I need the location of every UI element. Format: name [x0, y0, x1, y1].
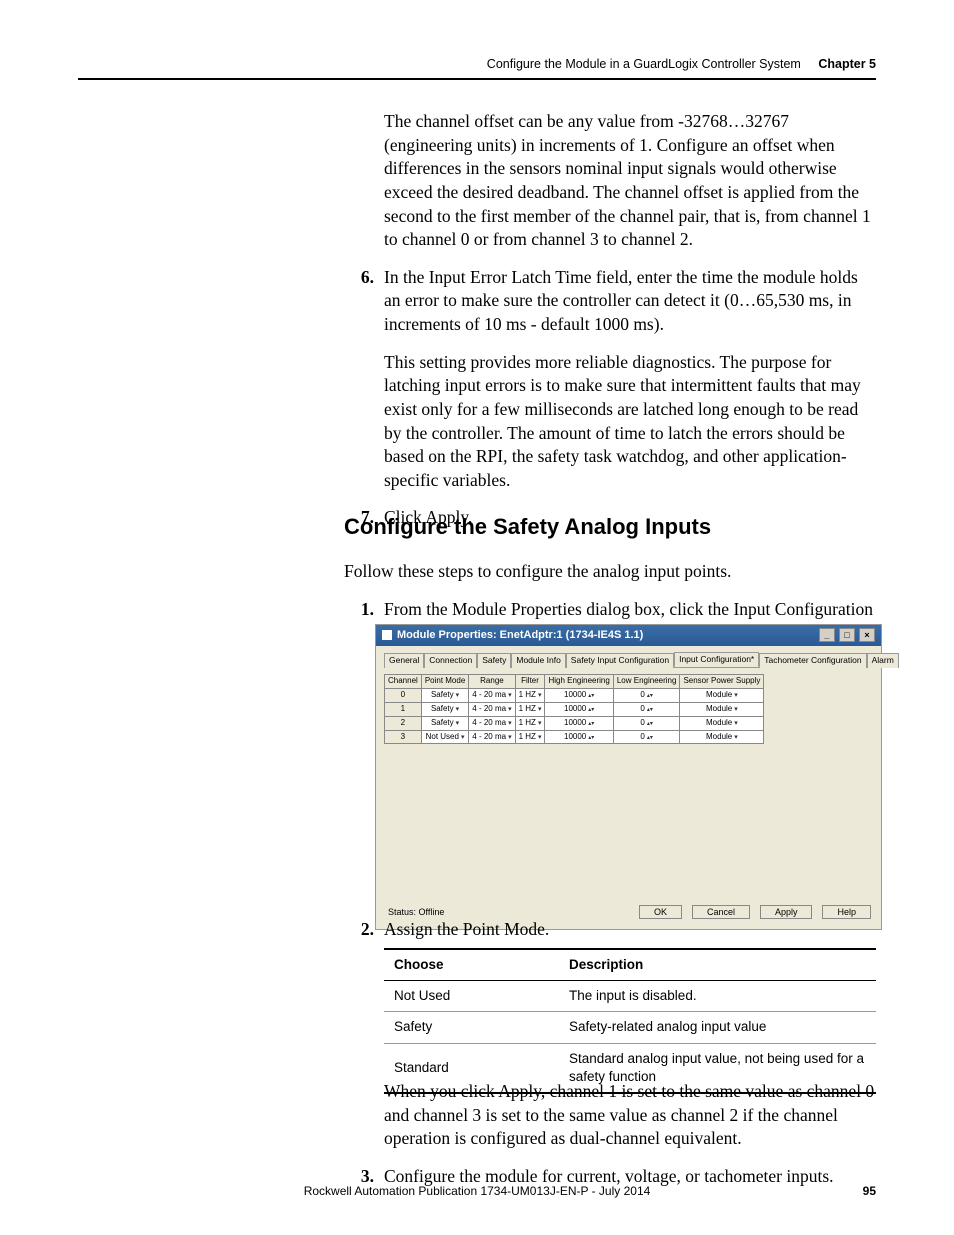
cell-filter[interactable]: 1 HZ	[515, 716, 545, 730]
tab-connection[interactable]: Connection	[424, 653, 477, 668]
step-number: 6.	[344, 266, 374, 290]
cell-filter[interactable]: 1 HZ	[515, 702, 545, 716]
cell-channel: 1	[385, 702, 422, 716]
steps-list-top: 6. In the Input Error Latch Time field, …	[344, 266, 876, 530]
minimize-button[interactable]: _	[819, 628, 835, 642]
col-choose: Choose	[384, 949, 559, 981]
table-row: Not Used The input is disabled.	[384, 981, 876, 1012]
step-number: 1.	[344, 598, 374, 622]
cell-low-eng[interactable]: 0	[613, 730, 680, 744]
point-mode-table: Choose Description Not Used The input is…	[384, 948, 876, 1094]
status-label: Status: Offline	[388, 906, 444, 918]
tab-tachometer-config[interactable]: Tachometer Configuration	[759, 653, 866, 668]
channel-grid: Channel Point Mode Range Filter High Eng…	[384, 674, 764, 744]
cell-point-mode[interactable]: Safety	[421, 689, 468, 703]
cell-point-mode[interactable]: Safety	[421, 716, 468, 730]
step-text: Assign the Point Mode.	[384, 919, 549, 939]
cell-channel: 2	[385, 716, 422, 730]
grid-row: 1 Safety 4 - 20 ma 1 HZ 10000 0 Module	[385, 702, 764, 716]
cell-filter[interactable]: 1 HZ	[515, 689, 545, 703]
grid-row: 0 Safety 4 - 20 ma 1 HZ 10000 0 Module	[385, 689, 764, 703]
page-number: 95	[863, 1183, 876, 1199]
cell-sensor-power[interactable]: Module	[680, 689, 764, 703]
cell-range[interactable]: 4 - 20 ma	[469, 730, 515, 744]
cell-range[interactable]: 4 - 20 ma	[469, 716, 515, 730]
grid-row: 2 Safety 4 - 20 ma 1 HZ 10000 0 Module	[385, 716, 764, 730]
cell-choose: Not Used	[384, 981, 559, 1012]
cell-low-eng[interactable]: 0	[613, 702, 680, 716]
chapter-label: Chapter 5	[818, 57, 876, 71]
cell-high-eng[interactable]: 10000	[545, 689, 613, 703]
maximize-button[interactable]: □	[839, 628, 855, 642]
cell-desc: The input is disabled.	[559, 981, 876, 1012]
cell-high-eng[interactable]: 10000	[545, 730, 613, 744]
after-table-paragraph: When you click Apply, channel 1 is set t…	[384, 1080, 876, 1151]
table-row: Safety Safety-related analog input value	[384, 1012, 876, 1043]
col-range: Range	[469, 675, 515, 689]
cell-high-eng[interactable]: 10000	[545, 702, 613, 716]
tab-safety-input-config[interactable]: Safety Input Configuration	[566, 653, 674, 668]
cell-sensor-power[interactable]: Module	[680, 716, 764, 730]
col-point-mode: Point Mode	[421, 675, 468, 689]
col-description: Description	[559, 949, 876, 981]
cell-sensor-power[interactable]: Module	[680, 702, 764, 716]
running-title: Configure the Module in a GuardLogix Con…	[487, 57, 801, 71]
dialog-body-spacer	[376, 744, 881, 899]
cell-sensor-power[interactable]: Module	[680, 730, 764, 744]
cell-low-eng[interactable]: 0	[613, 716, 680, 730]
cell-low-eng[interactable]: 0	[613, 689, 680, 703]
tab-alarm[interactable]: Alarm	[867, 653, 899, 668]
cell-choose: Safety	[384, 1012, 559, 1043]
tab-module-info[interactable]: Module Info	[511, 653, 565, 668]
section-intro: Follow these steps to configure the anal…	[344, 560, 876, 584]
dialog-title: Module Properties: EnetAdptr:1 (1734-IE4…	[397, 628, 643, 643]
page-footer: Rockwell Automation Publication 1734-UM0…	[78, 1183, 876, 1199]
grid-header-row: Channel Point Mode Range Filter High Eng…	[385, 675, 764, 689]
col-filter: Filter	[515, 675, 545, 689]
app-icon	[382, 630, 392, 640]
step-text: In the Input Error Latch Time field, ent…	[384, 267, 858, 334]
publication-id: Rockwell Automation Publication 1734-UM0…	[304, 1184, 651, 1198]
tab-input-config[interactable]: Input Configuration*	[674, 652, 759, 667]
cell-range[interactable]: 4 - 20 ma	[469, 689, 515, 703]
col-low-eng: Low Engineering	[613, 675, 680, 689]
cell-range[interactable]: 4 - 20 ma	[469, 702, 515, 716]
cell-point-mode[interactable]: Not Used	[421, 730, 468, 744]
main-content: The channel offset can be any value from…	[344, 110, 876, 544]
window-controls: _ □ ×	[818, 628, 875, 643]
module-properties-dialog: Module Properties: EnetAdptr:1 (1734-IE4…	[376, 625, 881, 929]
tab-safety[interactable]: Safety	[477, 653, 511, 668]
header-rule	[78, 78, 876, 80]
steps-list-2: 2. Assign the Point Mode.	[344, 918, 876, 942]
table-header-row: Choose Description	[384, 949, 876, 981]
cell-point-mode[interactable]: Safety	[421, 702, 468, 716]
section-heading: Configure the Safety Analog Inputs	[344, 512, 711, 542]
grid-row: 3 Not Used 4 - 20 ma 1 HZ 10000 0 Module	[385, 730, 764, 744]
running-header: Configure the Module in a GuardLogix Con…	[487, 56, 876, 73]
dialog-tabs: General Connection Safety Module Info Sa…	[376, 646, 881, 667]
col-channel: Channel	[385, 675, 422, 689]
col-sensor-power: Sensor Power Supply	[680, 675, 764, 689]
step-number: 2.	[344, 918, 374, 942]
cell-desc: Safety-related analog input value	[559, 1012, 876, 1043]
paragraph-offset: The channel offset can be any value from…	[384, 110, 876, 252]
cell-channel: 3	[385, 730, 422, 744]
cell-channel: 0	[385, 689, 422, 703]
step-6-para2: This setting provides more reliable diag…	[384, 351, 876, 493]
close-button[interactable]: ×	[859, 628, 875, 642]
dialog-titlebar: Module Properties: EnetAdptr:1 (1734-IE4…	[376, 625, 881, 646]
step-2: 2. Assign the Point Mode.	[344, 918, 876, 942]
step-6: 6. In the Input Error Latch Time field, …	[344, 266, 876, 493]
col-high-eng: High Engineering	[545, 675, 613, 689]
tab-general[interactable]: General	[384, 653, 424, 668]
cell-high-eng[interactable]: 10000	[545, 716, 613, 730]
cell-filter[interactable]: 1 HZ	[515, 730, 545, 744]
